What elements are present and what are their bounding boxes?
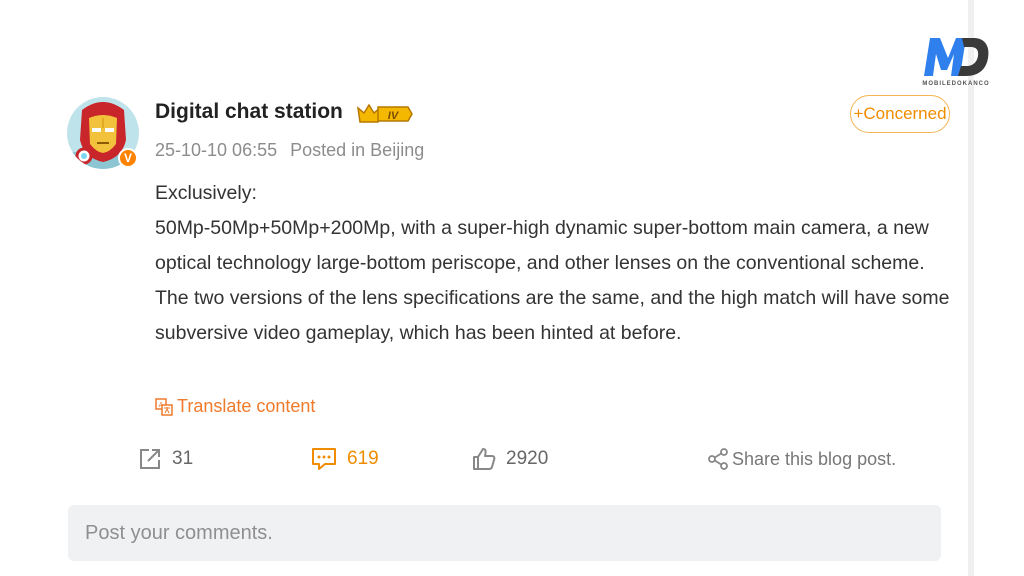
like-count: 2920	[506, 448, 549, 469]
watermark-logo: MOBILEDOKANCO	[920, 32, 992, 92]
post-intro: Exclusively:	[155, 182, 257, 204]
comment-action[interactable]: 619	[311, 447, 379, 471]
translate-icon: A	[155, 397, 173, 416]
post-body: Exclusively: 50Mp-50Mp+50Mp+200Mp, with …	[155, 176, 955, 351]
forward-action[interactable]: 31	[138, 447, 193, 471]
author-name[interactable]: Digital chat station	[155, 100, 343, 124]
md-logo-icon	[924, 38, 989, 76]
forward-icon	[140, 449, 160, 469]
translate-label: Translate content	[177, 396, 316, 416]
post-location: Posted in Beijing	[290, 140, 425, 160]
post-timestamp: 25-10-10 06:55	[155, 140, 278, 160]
post-meta: 25-10-10 06:55 Posted in Beijing	[155, 140, 424, 161]
comment-input[interactable]	[68, 505, 941, 561]
comment-count: 619	[347, 448, 379, 469]
comment-icon	[312, 448, 336, 470]
watermark-caption: MOBILEDOKANCO	[922, 81, 990, 87]
post-paragraph: 50Mp-50Mp+50Mp+200Mp, with a super-high …	[155, 217, 950, 344]
translate-link[interactable]: A Translate content	[155, 396, 315, 417]
action-bar: 31 619 2920 Share this blog post.	[0, 447, 1024, 477]
share-icon	[708, 448, 728, 470]
like-action[interactable]: 2920	[472, 447, 548, 471]
share-label: Share this blog post.	[732, 448, 897, 469]
share-action[interactable]: Share this blog post.	[706, 447, 896, 471]
level-badge-text: IV	[388, 110, 400, 122]
verified-icon: V	[118, 148, 138, 168]
forward-count: 31	[172, 448, 194, 469]
follow-button[interactable]: +Concerned	[850, 95, 950, 133]
like-icon	[473, 448, 496, 470]
crown-icon: IV	[356, 100, 414, 128]
avatar[interactable]: V	[66, 96, 140, 170]
